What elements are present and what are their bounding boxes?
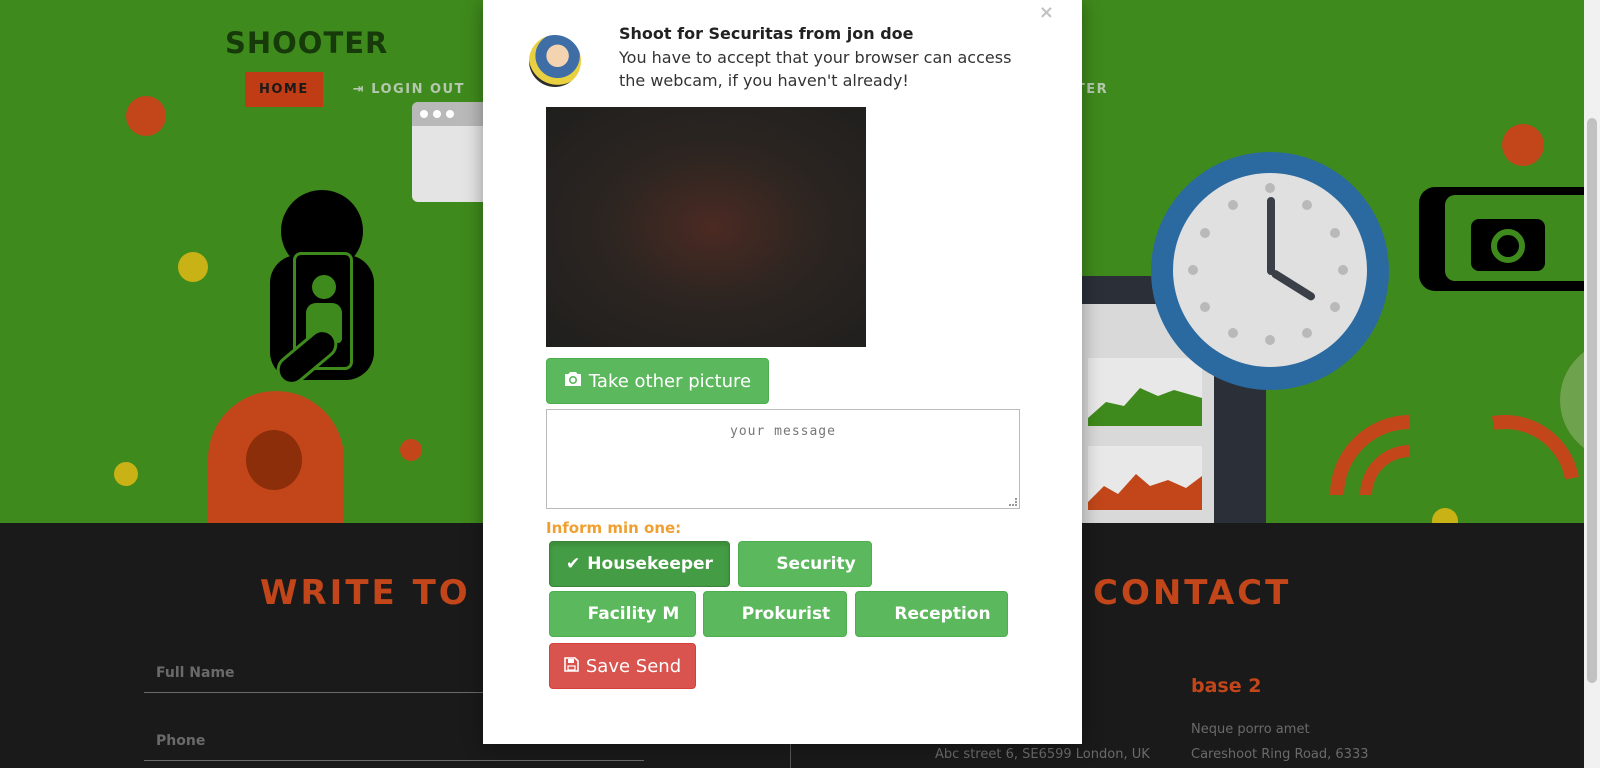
clock-tick xyxy=(1302,200,1312,210)
decor-dot xyxy=(1502,124,1544,166)
camera-illustration xyxy=(1419,187,1584,291)
contact-title: CONTACT xyxy=(1093,573,1292,613)
site-brand[interactable]: SHOOTER xyxy=(225,26,388,60)
inform-label: Inform min one: xyxy=(546,519,682,537)
clock-tick xyxy=(1330,302,1340,312)
clock-tick xyxy=(1330,228,1340,238)
decor-dot xyxy=(126,96,166,136)
nav-login-out-label: LOGIN OUT xyxy=(371,82,465,97)
nav-home[interactable]: HOME xyxy=(245,72,323,107)
base2-title: base 2 xyxy=(1191,675,1262,697)
check-icon: ✔ xyxy=(566,554,581,574)
floppy-disk-icon xyxy=(564,656,579,676)
clock-tick xyxy=(1265,183,1275,193)
resize-grip[interactable] xyxy=(1009,498,1017,506)
webcam-preview xyxy=(546,107,866,347)
write-to-us-title: WRITE TO U xyxy=(260,573,517,613)
clock-tick xyxy=(1188,265,1198,275)
sign-in-icon: ⇥ xyxy=(352,82,366,97)
recipient-label: Security xyxy=(776,554,856,574)
camera-icon xyxy=(564,371,582,391)
chart-illustration-orange xyxy=(1088,474,1202,510)
scrollbar-thumb[interactable] xyxy=(1587,118,1597,683)
clock-tick xyxy=(1200,302,1210,312)
base2-line2: Careshoot Ring Road, 6333 xyxy=(1191,747,1369,762)
modal-instructions: You have to accept that your browser can… xyxy=(619,48,1012,90)
recipient-label: Housekeeper xyxy=(587,554,713,574)
map-pin-hole xyxy=(246,430,302,490)
recipient-prokurist-toggle[interactable]: Prokurist xyxy=(703,591,847,637)
modal-title: Shoot for Securitas from jon doe xyxy=(619,24,914,43)
save-send-button[interactable]: Save Send xyxy=(549,643,696,689)
recipient-security-toggle[interactable]: Security xyxy=(738,541,872,587)
take-other-picture-button[interactable]: Take other picture xyxy=(546,358,769,404)
clock-tick xyxy=(1265,335,1275,345)
recipient-label: Facility M xyxy=(587,604,680,624)
base2-line1: Neque porro amet xyxy=(1191,722,1310,737)
recipient-facility-toggle[interactable]: Facility M xyxy=(549,591,696,637)
clock-tick xyxy=(1200,228,1210,238)
recipient-reception-toggle[interactable]: Reception xyxy=(855,591,1008,637)
decor-dot xyxy=(400,439,422,461)
recipient-label: Reception xyxy=(894,604,991,624)
decor-dot xyxy=(178,252,208,282)
decor-dot xyxy=(114,462,138,486)
save-send-label: Save Send xyxy=(585,655,682,677)
recipient-label: Prokurist xyxy=(741,604,831,624)
clock-tick xyxy=(1228,200,1238,210)
message-textarea[interactable]: your message xyxy=(546,409,1020,509)
close-icon[interactable]: × xyxy=(1039,2,1054,23)
take-other-picture-label: Take other picture xyxy=(588,370,752,392)
base1-address: Abc street 6, SE6599 London, UK xyxy=(935,747,1150,762)
browser-illustration xyxy=(412,102,488,202)
clock-tick xyxy=(1302,328,1312,338)
chart-illustration-green xyxy=(1088,388,1202,426)
clock-hour-hand xyxy=(1267,197,1275,275)
shoot-modal: × Shoot for Securitas from jon doe You h… xyxy=(483,0,1082,744)
avatar xyxy=(529,35,581,87)
message-placeholder: your message xyxy=(730,424,836,439)
clock-tick xyxy=(1338,265,1348,275)
recipient-housekeeper-toggle[interactable]: ✔ Housekeeper xyxy=(549,541,730,587)
clock-tick xyxy=(1228,328,1238,338)
